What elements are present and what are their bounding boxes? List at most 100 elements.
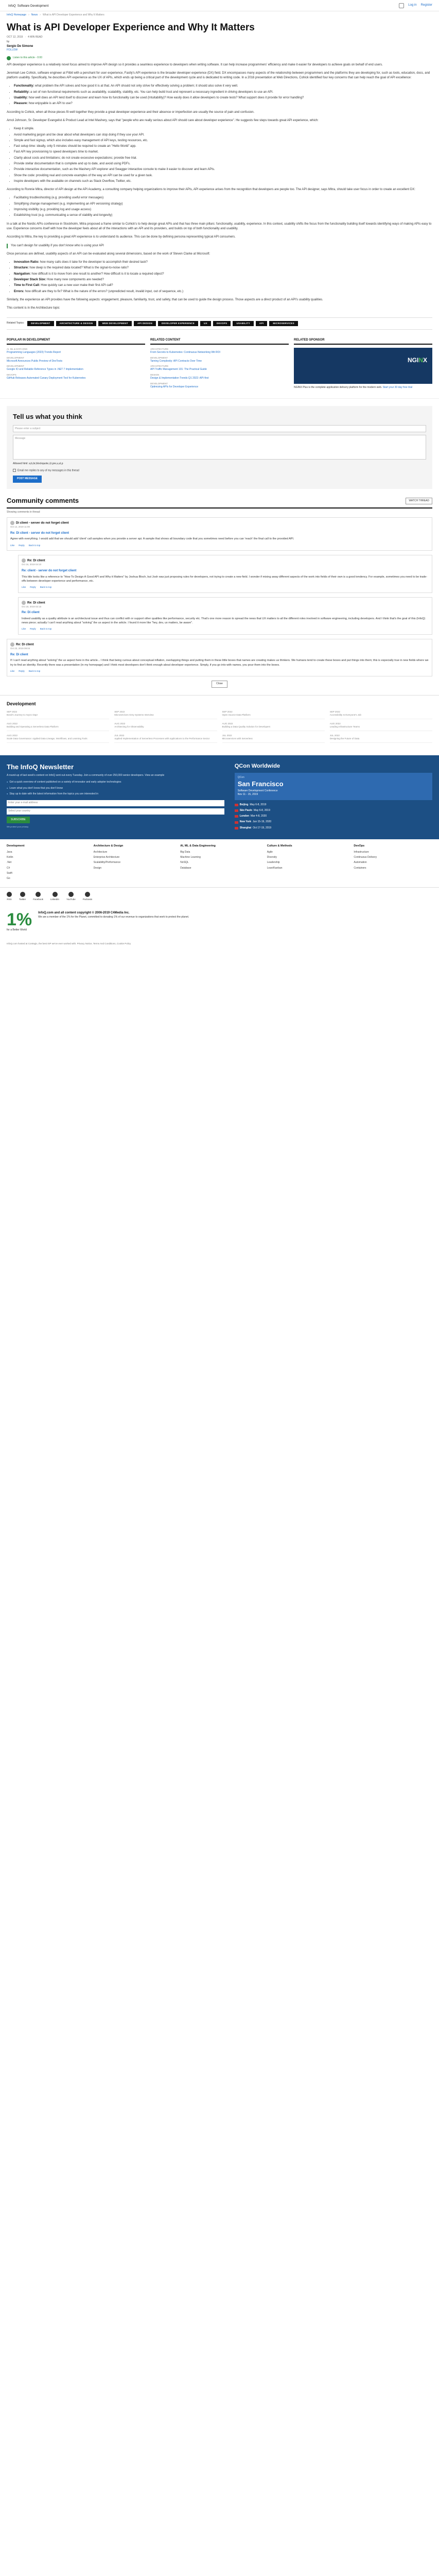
register-link[interactable]: Register: [421, 3, 432, 8]
topic-tag[interactable]: ARCHITECTURE & DESIGN: [56, 320, 97, 327]
dev-link[interactable]: AUG 2022 Building a Data Quality Solution…: [222, 722, 325, 732]
dev-title[interactable]: Bond's Journey to Async Dapr: [7, 714, 109, 717]
follow-author-button[interactable]: FOLLOW: [7, 48, 17, 52]
message-textarea[interactable]: Message: [13, 434, 426, 460]
topic-tag[interactable]: UX: [200, 320, 211, 327]
footer-link[interactable]: Containers: [354, 867, 432, 870]
topic-tag[interactable]: DEVELOPMENT: [27, 320, 54, 327]
topic-tag[interactable]: MICROSERVICES: [269, 320, 298, 327]
qcon-city-row[interactable]: London Mar 4-8, 2020: [234, 815, 432, 818]
dev-title[interactable]: Microservices with Serverless: [222, 737, 325, 740]
qcon-featured[interactable]: QCon San Francisco Software Development …: [234, 773, 432, 800]
related-title[interactable]: Programming Languages (2023) Trends Repo…: [7, 351, 61, 354]
sponsor-ad[interactable]: NGINX: [294, 347, 432, 384]
related-title[interactable]: Optimizing APIs for Developer Experience: [150, 385, 198, 388]
related-link[interactable]: DEVELOPMENT Microsoft Announces Public Pr…: [7, 357, 145, 363]
dev-link[interactable]: JUL 2022 Applied Implementation of Server…: [114, 734, 217, 743]
qcon-city-row[interactable]: New York Jun 15-19, 2020: [234, 820, 432, 824]
site-logo[interactable]: InfoQ Software Development: [7, 2, 48, 10]
dev-link[interactable]: JUL 2022 Designing the Future of Data: [329, 734, 432, 743]
play-icon[interactable]: [7, 56, 11, 60]
post-message-button[interactable]: POST MESSAGE: [13, 476, 42, 483]
footer-link[interactable]: Machine Learning: [180, 856, 259, 859]
footer-link[interactable]: .Net: [7, 861, 85, 865]
dev-link[interactable]: AUG 2022 Building and Operating a Serverl…: [7, 722, 110, 732]
comment-author-name[interactable]: Re: Di client: [27, 560, 45, 563]
related-link[interactable]: ARCHITECTURE API Traffic Management 101: …: [150, 365, 289, 371]
footer-link[interactable]: Scalability/Performance: [94, 861, 172, 865]
dev-link[interactable]: SEP 2022 Open Source Data Platform: [222, 710, 325, 719]
related-title[interactable]: From Secrets to Kubernetes: Continuous N…: [150, 351, 220, 354]
related-link[interactable]: DEVOPS GitHub Releases Automated Canary D…: [7, 374, 145, 380]
topic-tag[interactable]: USABILITY: [233, 320, 254, 327]
footer-link[interactable]: Leadership: [267, 861, 346, 865]
audio-player[interactable]: Listen to this article - 0:00: [7, 56, 432, 60]
dev-title[interactable]: Leading Infrastructure Teams: [330, 725, 432, 728]
reply-button[interactable]: Reply: [19, 544, 25, 548]
dev-title[interactable]: Accessibility Is Everyone's Job: [330, 714, 432, 717]
sponsor-cta[interactable]: Start your 30 day free trial: [383, 386, 413, 389]
reply-button[interactable]: Reply: [30, 628, 36, 631]
author-name[interactable]: Sergio De Simone: [7, 44, 432, 49]
dev-link[interactable]: SEP 2022 Bond's Journey to Async Dapr: [7, 710, 110, 719]
topic-tag[interactable]: API: [255, 320, 268, 327]
related-link[interactable]: DESIGN Design & Implementation Trends Q1 …: [150, 374, 289, 380]
topic-tag[interactable]: API DESIGN: [134, 320, 156, 327]
related-link[interactable]: DEVELOPMENT Google IO and Reliable Refere…: [7, 365, 145, 371]
qcon-city-row[interactable]: Beijing May 6-8, 2019: [234, 803, 432, 807]
related-title[interactable]: Taming Complexity: API Contracts Over Ti…: [150, 360, 202, 363]
back-to-top-link[interactable]: Back to top: [29, 544, 41, 548]
email-replies-option[interactable]: Email me replies to any of my messages i…: [13, 468, 426, 473]
dev-link[interactable]: JUL 2022 Microservices with Serverless: [222, 734, 325, 743]
comment-author-name[interactable]: Re: Di client: [16, 643, 34, 647]
breadcrumb-home[interactable]: InfoQ Homepage: [7, 13, 26, 17]
social-linkedin[interactable]: LinkedIn: [50, 892, 59, 902]
dev-title[interactable]: Designing the Future of Data: [330, 737, 432, 740]
footer-link[interactable]: Go: [7, 877, 85, 880]
topic-tag[interactable]: WEB DEVELOPMENT: [98, 320, 132, 327]
footer-link[interactable]: Architecture: [94, 851, 172, 854]
footer-link[interactable]: NoSQL: [180, 861, 259, 865]
footer-link[interactable]: C#: [7, 867, 85, 870]
topic-tag[interactable]: DEVOPS: [213, 320, 231, 327]
dev-title[interactable]: Microservices Grey Systems Interview: [114, 714, 217, 717]
dev-title[interactable]: Open Source Data Platform: [222, 714, 325, 717]
social-rss[interactable]: RSS: [7, 892, 12, 902]
social-twitter[interactable]: Twitter: [19, 892, 26, 902]
dev-title[interactable]: Building a Data Quality Solution for Dev…: [222, 725, 325, 728]
social-podcasts[interactable]: Podcasts: [83, 892, 92, 902]
footer-link[interactable]: Design: [94, 867, 172, 870]
footer-link[interactable]: Automation: [354, 861, 432, 865]
like-button[interactable]: Like: [22, 628, 26, 631]
related-link[interactable]: ARCHITECTURE From Secrets to Kubernetes: …: [150, 348, 289, 354]
dev-link[interactable]: AUG 2022 Leading Infrastructure Teams: [329, 722, 432, 732]
footer-link[interactable]: Lean/Kanban: [267, 867, 346, 870]
login-link[interactable]: Log in: [408, 3, 416, 8]
back-to-top-link[interactable]: Back to top: [29, 670, 41, 673]
footer-link[interactable]: Continuous Delivery: [354, 856, 432, 859]
dev-link[interactable]: SEP 2022 Accessibility Is Everyone's Job: [329, 710, 432, 719]
topic-tag[interactable]: DEVELOPER EXPERIENCE: [158, 320, 199, 327]
dev-title[interactable]: Building and Operating a Serverless Data…: [7, 725, 109, 728]
back-to-top-link[interactable]: Back to top: [40, 628, 52, 631]
related-link[interactable]: DEVELOPMENT Optimizing APIs for Developer…: [150, 382, 289, 389]
dev-title[interactable]: Architecting for Observability: [114, 725, 217, 728]
checkbox[interactable]: [13, 468, 16, 472]
close-button[interactable]: Close: [212, 681, 227, 688]
search-icon[interactable]: [399, 3, 405, 8]
footer-link[interactable]: Swift: [7, 872, 85, 875]
dev-title[interactable]: Applied Implementation of Serverless Pro…: [114, 737, 217, 740]
footer-link[interactable]: Diversity: [267, 856, 346, 859]
footer-link[interactable]: Enterprise Architecture: [94, 856, 172, 859]
social-youtube[interactable]: YouTube: [66, 892, 76, 902]
email-field[interactable]: Enter your e-mail address: [7, 800, 224, 806]
subject-input[interactable]: Please enter a subject: [13, 425, 426, 432]
related-title[interactable]: Microsoft Announces Public Preview of De…: [7, 360, 62, 363]
dev-link[interactable]: SEP 2022 Microservices Grey Systems Inter…: [114, 710, 217, 719]
watch-thread-button[interactable]: WATCH THREAD: [406, 497, 432, 504]
related-link[interactable]: DEVELOPMENT Taming Complexity: API Contra…: [150, 357, 289, 363]
country-select[interactable]: Select your country: [7, 808, 224, 815]
like-button[interactable]: Like: [22, 586, 26, 589]
footer-link[interactable]: Kotlin: [7, 856, 85, 859]
comment-author-name[interactable]: Di client - server do not forget client: [16, 521, 69, 524]
